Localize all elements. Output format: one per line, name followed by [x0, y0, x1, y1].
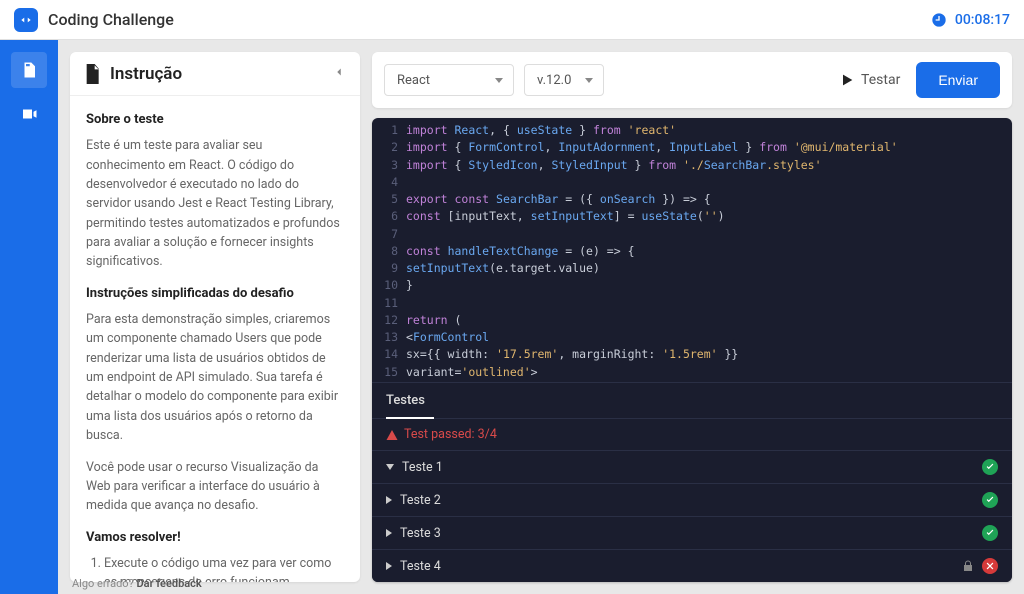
warning-icon: [386, 429, 398, 441]
pass-icon: [982, 459, 998, 475]
feedback-link[interactable]: Dar feedback: [137, 577, 202, 590]
timer: 00:08:17: [931, 12, 1010, 28]
pass-icon: [982, 525, 998, 541]
left-rail: [0, 40, 58, 594]
top-bar: Coding Challenge 00:08:17: [0, 0, 1024, 40]
test-label: Teste 1: [402, 460, 443, 475]
code-icon: [19, 13, 33, 27]
test-label: Teste 3: [400, 526, 441, 541]
content: Instrução Sobre o teste Este é um teste …: [58, 40, 1024, 594]
document-icon: [20, 61, 38, 79]
inst-h1: Sobre o teste: [86, 110, 344, 130]
test-row-2[interactable]: Teste 2: [372, 483, 1012, 516]
timer-value: 00:08:17: [955, 12, 1010, 28]
tests-status: Test passed: 3/4: [372, 419, 1012, 450]
chevron-left-icon: [332, 65, 346, 79]
footer: Algo errado? Dar feedback: [72, 577, 202, 590]
collapse-button[interactable]: [332, 64, 346, 83]
code-editor[interactable]: 123456789101112131415161718192021 import…: [372, 118, 1012, 382]
test-label: Testar: [861, 72, 900, 88]
main: Instrução Sobre o teste Este é um teste …: [0, 40, 1024, 594]
instructions-title: Instrução: [110, 64, 182, 84]
inst-p2: Para esta demonstração simples, criaremo…: [86, 310, 344, 446]
inst-h2: Instruções simplificadas do desafio: [86, 284, 344, 304]
app-title: Coding Challenge: [48, 10, 174, 29]
fail-icon: [982, 558, 998, 574]
inst-p3: Você pode usar o recurso Visualização da…: [86, 458, 344, 516]
instructions-body: Sobre o teste Este é um teste para avali…: [70, 96, 360, 582]
page-icon: [84, 64, 100, 84]
video-icon: [20, 105, 38, 123]
instructions-panel: Instrução Sobre o teste Este é um teste …: [70, 52, 360, 582]
chevron-icon: [386, 496, 392, 504]
chevron-icon: [386, 529, 392, 537]
line-gutter: 123456789101112131415161718192021: [372, 122, 406, 382]
lock-icon: [962, 559, 974, 573]
submit-button[interactable]: Enviar: [916, 62, 1000, 98]
clock-icon: [931, 12, 947, 28]
framework-select[interactable]: React: [384, 64, 514, 96]
tests-panel: Testes Test passed: 3/4 Teste 1 Teste 2 Te…: [372, 382, 1012, 582]
chevron-icon: [386, 562, 392, 570]
editor-panel: 123456789101112131415161718192021 import…: [372, 118, 1012, 582]
app-logo: [14, 8, 38, 32]
play-icon: [839, 72, 855, 88]
instructions-header: Instrução: [70, 52, 360, 96]
version-select[interactable]: v.12.0: [524, 64, 604, 96]
test-label: Teste 4: [400, 559, 441, 574]
editor-column: React v.12.0 Testar Enviar 1234567891011…: [372, 52, 1012, 582]
test-label: Teste 2: [400, 493, 441, 508]
pass-icon: [982, 492, 998, 508]
test-row-1[interactable]: Teste 1: [372, 450, 1012, 483]
editor-toolbar: React v.12.0 Testar Enviar: [372, 52, 1012, 108]
inst-h3: Vamos resolver!: [86, 528, 344, 548]
rail-instructions-tab[interactable]: [11, 52, 47, 88]
rail-video-tab[interactable]: [11, 96, 47, 132]
tests-header: Testes: [372, 383, 1012, 419]
test-row-3[interactable]: Teste 3: [372, 516, 1012, 549]
top-bar-left: Coding Challenge: [14, 8, 174, 32]
inst-p1: Este é um teste para avaliar seu conheci…: [86, 136, 344, 272]
test-button[interactable]: Testar: [839, 72, 900, 88]
test-row-4[interactable]: Teste 4: [372, 549, 1012, 582]
code-lines: import React, { useState } from 'react'i…: [406, 122, 1012, 382]
chevron-icon: [386, 464, 394, 470]
